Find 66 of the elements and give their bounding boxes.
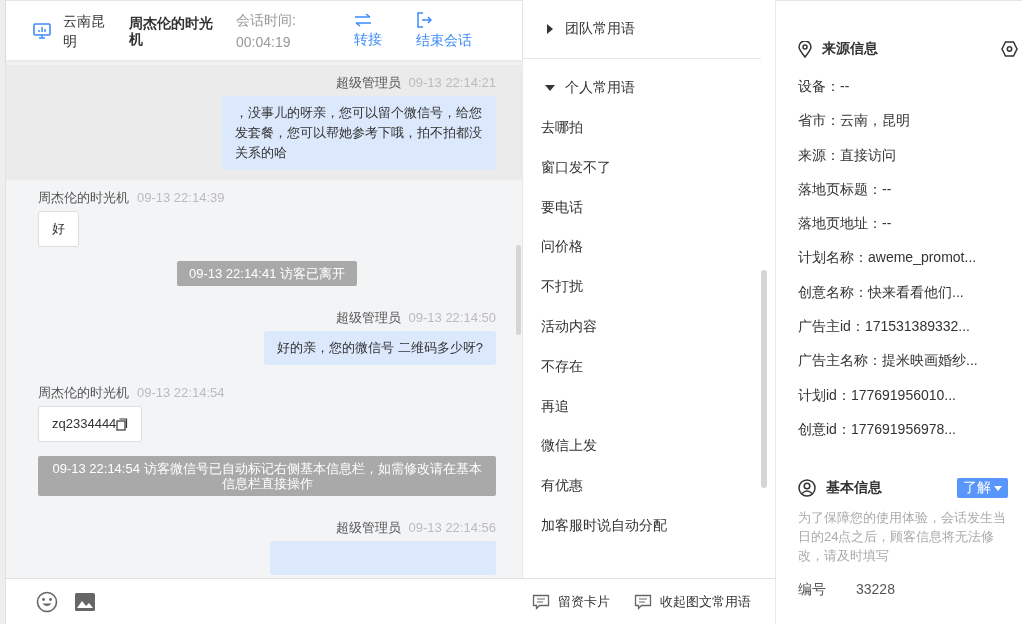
copy-icon[interactable] — [116, 417, 129, 431]
info-line: 计划id：177691956010... — [798, 386, 956, 403]
info-line: 来源：直接访问 — [798, 146, 896, 163]
end-session-button[interactable]: 结束会话 — [416, 11, 472, 50]
phrase-item[interactable]: 加客服时说自动分配 — [523, 514, 761, 555]
info-line: 落地页地址：-- — [798, 215, 892, 232]
user-icon — [798, 479, 816, 498]
sender-name: 周杰伦的时光机 — [38, 190, 129, 205]
message-bubble: 好 — [38, 211, 79, 247]
visitor-name: 周杰伦的时光机 — [129, 14, 214, 47]
info-note: 为了保障您的使用体验，会话发生当日的24点之后，顾客信息将无法修改，请及时填写 — [798, 509, 1007, 566]
phrase-item[interactable]: 微信上发 — [523, 435, 761, 476]
section-title: 基本信息 — [826, 479, 883, 498]
duration-value: 00:04:19 — [236, 32, 292, 52]
location-pin-icon — [798, 40, 812, 58]
scrollbar[interactable] — [516, 245, 521, 335]
transfer-button[interactable]: 转接 — [354, 12, 382, 49]
emoji-icon[interactable] — [36, 590, 58, 613]
info-line: 创意名称：快来看看他们... — [798, 283, 964, 300]
settings-icon[interactable] — [1001, 41, 1018, 57]
image-icon[interactable] — [74, 591, 96, 612]
sender-name: 周杰伦的时光机 — [38, 385, 129, 400]
caret-icon — [994, 485, 1002, 491]
section-title: 来源信息 — [822, 40, 879, 58]
phrase-item[interactable]: 不存在 — [523, 355, 761, 396]
message-time: 09-13 22:14:50 — [408, 310, 496, 325]
phrase-item[interactable]: 活动内容 — [523, 316, 761, 356]
info-line: 省市：云南，昆明 — [798, 112, 910, 129]
phrase-group-header[interactable]: 团队常用语 — [523, 0, 761, 58]
phrase-group-header[interactable]: 个人常用语 — [523, 59, 761, 117]
phrase-item[interactable]: 去哪拍 — [523, 117, 761, 157]
phrase-item[interactable]: 有优惠 — [523, 475, 761, 515]
field-value: 33228 — [856, 581, 895, 600]
info-line: 广告主名称：提米映画婚纱... — [798, 352, 978, 369]
sender-name: 超级管理员 — [335, 520, 401, 535]
info-line: 计划名称：aweme_promot... — [798, 249, 977, 266]
sender-name: 超级管理员 — [335, 310, 401, 325]
info-line: 广告主id：171531389332... — [798, 318, 970, 335]
exit-icon — [416, 11, 432, 28]
phrase-item[interactable]: 不打扰 — [523, 276, 761, 316]
message-bubble: ，没事儿的呀亲，您可以留个微信号，给您发套餐，您可以帮她参考下哦，拍不拍都没关系的哈 — [222, 96, 496, 170]
message-bubble: zq2334444 — [38, 406, 143, 442]
toolbar-button[interactable]: 收起图文常用语 — [634, 592, 751, 611]
message-time: 09-13 22:14:54 — [137, 385, 225, 400]
phrase-item[interactable]: 问价格 — [523, 236, 761, 277]
phrase-item[interactable]: 要电话 — [523, 196, 761, 237]
chat-bubble-icon — [532, 593, 550, 610]
duration-label: 会话时间: — [236, 10, 297, 30]
sender-name: 超级管理员 — [335, 75, 401, 90]
phrase-item[interactable]: 再追 — [523, 395, 761, 436]
visitor-location: 云南昆明 — [63, 11, 106, 51]
info-line: 设备：-- — [798, 78, 850, 94]
toolbar-button[interactable]: 留资卡片 — [532, 592, 610, 611]
message-bubble: 好的亲，您的微信号 二维码多少呀? — [264, 331, 496, 365]
field-label: 编号 — [798, 581, 827, 600]
chat-bubble-icon — [634, 593, 652, 610]
scrollbar[interactable] — [761, 270, 767, 488]
swap-arrows-icon — [354, 12, 372, 27]
message-time: 09-13 22:14:39 — [137, 190, 225, 205]
info-line: 落地页标题：-- — [798, 180, 892, 197]
phrase-item[interactable]: 窗口发不了 — [523, 156, 761, 197]
message-time: 09-13 22:14:56 — [408, 520, 496, 535]
system-notice: 09-13 22:14:54 访客微信号已自动标记右侧基本信息栏，如需修改请在基本信息栏直接操作 — [38, 456, 496, 496]
system-notice: 09-13 22:14:41 访客已离开 — [176, 261, 358, 286]
info-line: 创意id：177691956978... — [798, 420, 956, 437]
monitor-icon — [33, 22, 51, 39]
